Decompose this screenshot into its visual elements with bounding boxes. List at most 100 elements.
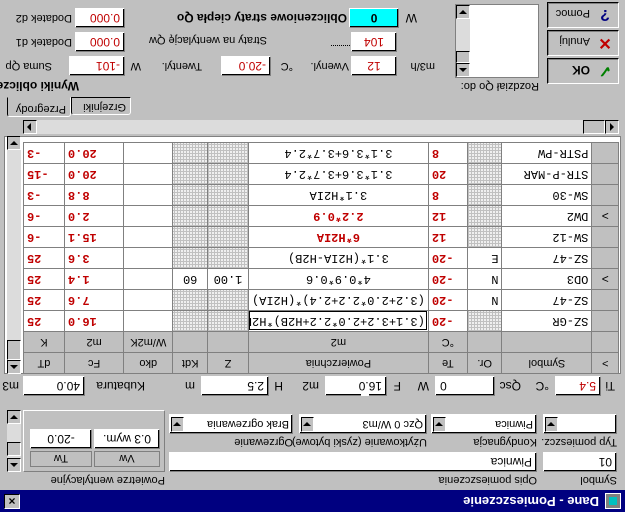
dko-cell[interactable] <box>123 142 173 164</box>
chevron-down-icon[interactable] <box>301 417 314 432</box>
kdt-cell[interactable] <box>172 163 208 185</box>
chevron-down-icon[interactable] <box>545 417 558 432</box>
symbol-cell[interactable]: DW2 <box>501 205 592 227</box>
area-cell[interactable]: 3.1*(H2IA-H2B) <box>248 247 429 269</box>
te-cell[interactable]: 12 <box>428 205 468 227</box>
symbol-cell[interactable]: SZ-GR <box>501 310 592 332</box>
orientation-cell[interactable] <box>467 205 502 227</box>
table-row[interactable]: SZ-GR -20 (3.1+3.2+2.0*2.2+H2B)*H2R 16.0 25 <box>23 310 619 332</box>
area-cell[interactable]: (3.1+3.2+2.0*2.2+H2B)*H2R <box>248 310 429 332</box>
dt-cell[interactable]: -3 <box>23 142 65 164</box>
dko-cell[interactable] <box>123 289 173 311</box>
z-cell[interactable] <box>207 142 249 164</box>
col-symbol-header[interactable]: Symbol <box>501 352 592 374</box>
z-cell[interactable] <box>207 205 249 227</box>
col-area-header[interactable]: Powierzchnia <box>248 352 429 374</box>
z-cell[interactable] <box>207 310 249 332</box>
scroll-down-icon[interactable] <box>7 410 21 424</box>
col-te-header[interactable]: Te <box>428 352 468 374</box>
symbol-cell[interactable]: OD3 <box>501 268 592 290</box>
table-row[interactable]: STR-P-MAR 20 3.1*3.6+3.7*2.4 20.0 -15 <box>23 163 619 185</box>
area-cell[interactable]: 3.1*H2IA <box>248 184 429 206</box>
dko-cell[interactable] <box>123 310 173 332</box>
orientation-cell[interactable]: E <box>467 247 502 269</box>
tab-grzejniki[interactable]: Grzejniki <box>71 97 131 115</box>
sum-field[interactable]: -101 <box>69 56 125 76</box>
ti-field[interactable]: 5.4 <box>555 376 601 396</box>
table-row[interactable]: SZ-47 N -20 (3.2+2.0*2.2+2.4)*(H2IA) 7.6 25 <box>23 289 619 311</box>
te-cell[interactable]: 12 <box>428 226 468 248</box>
tw-field[interactable]: -20.0 <box>30 429 92 449</box>
dko-cell[interactable] <box>123 184 173 206</box>
area-cell[interactable]: 3.1*3.6+3.7*2.4 <box>248 142 429 164</box>
close-button[interactable]: × <box>4 494 20 509</box>
fc-cell[interactable]: 15.1 <box>64 226 124 248</box>
dt-cell[interactable]: 25 <box>23 247 65 269</box>
kdt-cell[interactable] <box>172 310 208 332</box>
h-field[interactable]: 2.5 <box>201 376 269 396</box>
d1-field[interactable]: 0.000 <box>75 32 125 52</box>
orientation-cell[interactable]: N <box>467 268 502 290</box>
dt-cell[interactable]: -15 <box>23 163 65 185</box>
scroll-left-icon[interactable] <box>605 120 619 134</box>
description-field[interactable]: Piwnica <box>169 452 537 472</box>
scroll-down-icon[interactable] <box>456 5 470 19</box>
grid-vertical-scrollbar[interactable] <box>7 136 21 374</box>
scroll-thumb[interactable] <box>7 442 21 456</box>
orientation-cell[interactable]: N <box>467 289 502 311</box>
dt-cell[interactable]: 25 <box>23 268 65 290</box>
symbol-cell[interactable]: STR-P-MAR <box>501 163 592 185</box>
kubatura-field[interactable]: 40.0 <box>23 376 85 396</box>
symbol-cell[interactable]: SZ-47 <box>501 247 592 269</box>
dt-cell[interactable]: -3 <box>23 184 65 206</box>
dko-cell[interactable] <box>123 163 173 185</box>
kdt-cell[interactable] <box>172 142 208 164</box>
te-cell[interactable]: 8 <box>428 142 468 164</box>
area-cell[interactable]: 3.1*3.6+3.7*2.4 <box>248 163 429 185</box>
area-cell[interactable]: 4*0.9*0.6 <box>248 268 429 290</box>
kdt-cell[interactable] <box>172 289 208 311</box>
tab-przegrody[interactable]: Przegrody <box>7 97 71 117</box>
fc-cell[interactable]: 3.6 <box>64 247 124 269</box>
te-cell[interactable]: 8 <box>428 184 468 206</box>
vvent-field[interactable]: 12 <box>351 56 397 76</box>
scroll-thumb[interactable] <box>456 51 470 63</box>
qsc-field[interactable]: 0 <box>435 376 495 396</box>
fc-cell[interactable]: 20.0 <box>64 163 124 185</box>
dko-cell[interactable] <box>123 226 173 248</box>
tvent-field[interactable]: -20.0 <box>221 56 271 76</box>
z-cell[interactable] <box>207 184 249 206</box>
te-cell[interactable]: 20 <box>428 163 468 185</box>
scroll-thumb[interactable] <box>583 120 605 134</box>
te-cell[interactable]: -20 <box>428 289 468 311</box>
table-row[interactable]: SW-12 12 6*H2IA 15.1 -6 <box>23 226 619 248</box>
dt-cell[interactable]: -6 <box>23 205 65 227</box>
orientation-cell[interactable] <box>467 184 502 206</box>
fc-cell[interactable]: 20.0 <box>64 142 124 164</box>
kdt-cell[interactable] <box>172 247 208 269</box>
col-kdt-header[interactable]: Kdt <box>172 352 208 374</box>
fc-cell[interactable]: 16.0 <box>64 310 124 332</box>
scroll-down-icon[interactable] <box>7 136 21 150</box>
fc-cell[interactable]: 8.8 <box>64 184 124 206</box>
floor-select[interactable]: Piwnica <box>431 414 537 434</box>
dko-cell[interactable] <box>123 268 173 290</box>
symbol-cell[interactable]: SZ-47 <box>501 289 592 311</box>
kdt-cell[interactable] <box>172 205 208 227</box>
area-cell[interactable]: (3.2+2.0*2.2+2.4)*(H2IA) <box>248 289 429 311</box>
table-row[interactable]: SZ-47 E -20 3.1*(H2IA-H2B) 3.6 25 <box>23 247 619 269</box>
z-cell[interactable] <box>207 226 249 248</box>
area-cell[interactable]: 2.2*0.9 <box>248 205 429 227</box>
chevron-down-icon[interactable] <box>171 417 184 432</box>
cancel-button[interactable]: ✕ Anuluj <box>547 30 619 56</box>
fc-cell[interactable]: 2.0 <box>64 205 124 227</box>
ventilation-scrollbar[interactable] <box>7 410 21 472</box>
dko-cell[interactable] <box>123 247 173 269</box>
col-z-header[interactable]: Z <box>207 352 249 374</box>
distribution-list[interactable] <box>455 4 539 78</box>
z-cell[interactable] <box>207 163 249 185</box>
vw-field[interactable]: 0.3 wym. <box>94 429 160 449</box>
grid-horizontal-scrollbar[interactable] <box>23 120 619 134</box>
dko-cell[interactable] <box>123 205 173 227</box>
z-cell[interactable] <box>207 247 249 269</box>
